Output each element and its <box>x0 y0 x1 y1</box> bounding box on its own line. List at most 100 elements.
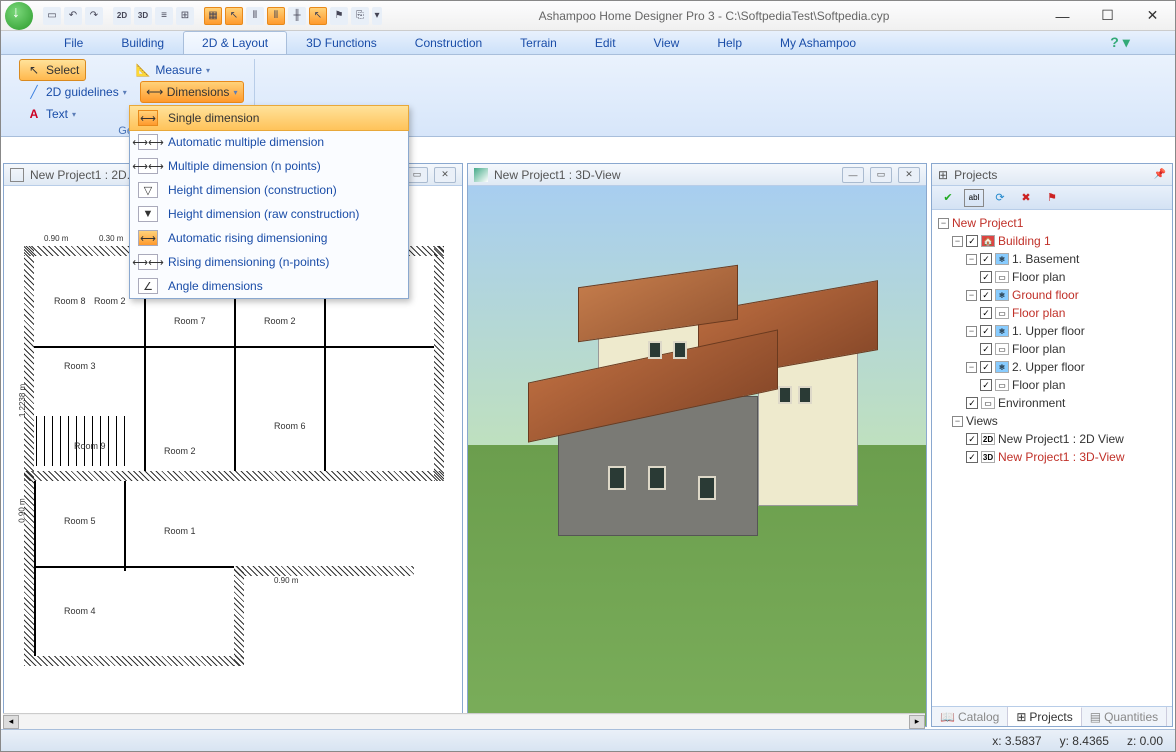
menu-auto-rising[interactable]: ⟷Automatic rising dimensioning <box>130 226 408 250</box>
btab-projects[interactable]: ⊞Projects <box>1008 707 1081 726</box>
tree-view-2d[interactable]: ✓2DNew Project1 : 2D View <box>938 430 1166 448</box>
tab-view[interactable]: View <box>635 31 699 54</box>
menu-angle[interactable]: ∠Angle dimensions <box>130 274 408 298</box>
pane-max-button[interactable]: ▭ <box>406 167 428 183</box>
pane-close-button[interactable]: ✕ <box>898 167 920 183</box>
help-icon[interactable]: ? ▾ <box>1109 31 1131 54</box>
menu-auto-multiple[interactable]: ⟷⟷Automatic multiple dimension <box>130 130 408 154</box>
room-label: Room 2 <box>164 446 196 456</box>
room-label: Room 4 <box>64 606 96 616</box>
horizontal-scrollbar[interactable]: ◂ ▸ <box>3 713 925 729</box>
tab-edit[interactable]: Edit <box>576 31 635 54</box>
qat-new-icon[interactable]: ▭ <box>43 7 61 25</box>
qat-sep2 <box>197 7 201 25</box>
qat-flag-icon[interactable]: ⚑ <box>330 7 348 25</box>
tree-floor[interactable]: −✓❄1. Basement <box>938 250 1166 268</box>
tab-terrain[interactable]: Terrain <box>501 31 576 54</box>
pane-3d-title: New Project1 : 3D-View <box>494 168 621 182</box>
tree-floorplan[interactable]: ✓▭Floor plan <box>938 304 1166 322</box>
pane-max-button[interactable]: ▭ <box>870 167 892 183</box>
guidelines-button[interactable]: ╱ 2D guidelines ▾ <box>19 81 134 103</box>
close-button[interactable]: ✕ <box>1130 2 1175 30</box>
rename-icon[interactable]: abl <box>964 189 984 207</box>
measure-button[interactable]: 📐 Measure ▾ <box>128 59 217 81</box>
tree-floorplan[interactable]: ✓▭Floor plan <box>938 268 1166 286</box>
room-label: Room 2 <box>264 316 296 326</box>
titlebar: ▭ ↶ ↷ 2D 3D ≡ ⊞ ▦ ↖ ⦀ ⦀ ╫ ↖ ⚑ ⎘ ▾ Ashamp… <box>1 1 1175 31</box>
room-label: Room 2 <box>94 296 126 306</box>
scroll-right-icon[interactable]: ▸ <box>909 715 925 729</box>
btab-quantities[interactable]: ▤Quantities <box>1082 707 1167 726</box>
tab-3d-functions[interactable]: 3D Functions <box>287 31 396 54</box>
dimension-icon: ⟷ <box>147 84 163 100</box>
qat-3d-icon[interactable]: 3D <box>134 7 152 25</box>
rising-icon: ⟷ <box>138 230 158 246</box>
tree-floorplan[interactable]: ✓▭Floor plan <box>938 340 1166 358</box>
canvas-3d[interactable] <box>468 186 926 726</box>
tree-floor[interactable]: −✓❄2. Upper floor <box>938 358 1166 376</box>
menu-multiple-npoints[interactable]: ⟷⟷Multiple dimension (n points) <box>130 154 408 178</box>
qat-snap-icon[interactable]: ⦀ <box>246 7 264 25</box>
menu-height-construction[interactable]: ▽Height dimension (construction) <box>130 178 408 202</box>
chevron-down-icon: ▾ <box>206 66 210 75</box>
qat-sep <box>106 7 110 25</box>
menu-height-raw[interactable]: ▼Height dimension (raw construction) <box>130 202 408 226</box>
qat-grid-icon[interactable]: ▦ <box>204 7 222 25</box>
tree-floor[interactable]: −✓❄1. Upper floor <box>938 322 1166 340</box>
status-z: z: 0.00 <box>1127 734 1163 748</box>
delete-icon[interactable]: ✖ <box>1016 189 1036 207</box>
scroll-left-icon[interactable]: ◂ <box>3 715 19 729</box>
pane-close-button[interactable]: ✕ <box>434 167 456 183</box>
pane-min-button[interactable]: — <box>842 167 864 183</box>
tree-views[interactable]: −Views <box>938 412 1166 430</box>
tab-help[interactable]: Help <box>698 31 761 54</box>
qat-dropdown-icon[interactable]: ▾ <box>372 7 382 25</box>
guidelines-label: 2D guidelines <box>46 85 119 99</box>
qat-tile-icon[interactable]: ⊞ <box>176 7 194 25</box>
tree-floor[interactable]: −✓❄Ground floor <box>938 286 1166 304</box>
btab-catalog[interactable]: 📖Catalog <box>932 707 1008 726</box>
qat-copy-icon[interactable]: ⎘ <box>351 7 369 25</box>
qat-pointer-icon[interactable]: ↖ <box>309 7 327 25</box>
menu-single-dimension[interactable]: ⟷Single dimension <box>129 105 409 131</box>
refresh-icon[interactable]: ⟳ <box>990 189 1010 207</box>
measure-icon: 📐 <box>135 62 151 78</box>
menu-rising-npoints[interactable]: ⟷⟷Rising dimensioning (n-points) <box>130 250 408 274</box>
maximize-button[interactable]: ☐ <box>1085 2 1130 30</box>
qat-redo-icon[interactable]: ↷ <box>85 7 103 25</box>
room-label: Room 9 <box>74 441 106 451</box>
app-logo-icon <box>5 2 33 30</box>
pin-icon[interactable]: 📌 <box>1154 169 1166 180</box>
tree-view-3d[interactable]: ✓3DNew Project1 : 3D-View <box>938 448 1166 466</box>
text-icon: A <box>26 106 42 122</box>
qat-ruler-icon[interactable]: ╫ <box>288 7 306 25</box>
text-button[interactable]: A Text ▾ <box>19 103 83 125</box>
pane-2d-icon <box>10 168 24 182</box>
menubar: File Building 2D & Layout 3D Functions C… <box>1 31 1175 55</box>
tree-building[interactable]: −✓🏠Building 1 <box>938 232 1166 250</box>
qat-align-icon[interactable]: ⦀ <box>267 7 285 25</box>
window-title: Ashampoo Home Designer Pro 3 - C:\Softpe… <box>388 9 1040 23</box>
qat-undo-icon[interactable]: ↶ <box>64 7 82 25</box>
tree-root[interactable]: −New Project1 <box>938 214 1166 232</box>
room-label: Room 5 <box>64 516 96 526</box>
tree-environment[interactable]: ✓▭Environment <box>938 394 1166 412</box>
tab-my-ashampoo[interactable]: My Ashampoo <box>761 31 875 54</box>
qat-cursor-icon[interactable]: ↖ <box>225 7 243 25</box>
check-icon[interactable]: ✔ <box>938 189 958 207</box>
tab-file[interactable]: File <box>45 31 102 54</box>
tab-2d-layout[interactable]: 2D & Layout <box>183 31 287 54</box>
projects-icon: ⊞ <box>1016 710 1026 724</box>
height-con-icon: ▽ <box>138 182 158 198</box>
dimensions-dropdown: ⟷Single dimension ⟷⟷Automatic multiple d… <box>129 105 409 299</box>
qat-cut-icon[interactable]: ≡ <box>155 7 173 25</box>
tab-construction[interactable]: Construction <box>396 31 501 54</box>
minimize-button[interactable]: — <box>1040 2 1085 30</box>
select-button[interactable]: ↖ Select <box>19 59 86 81</box>
tab-building[interactable]: Building <box>102 31 183 54</box>
room-label: Room 1 <box>164 526 196 536</box>
flag-icon[interactable]: ⚑ <box>1042 189 1062 207</box>
tree-floorplan[interactable]: ✓▭Floor plan <box>938 376 1166 394</box>
dimensions-button[interactable]: ⟷ Dimensions ▾ <box>140 81 245 103</box>
qat-2d-icon[interactable]: 2D <box>113 7 131 25</box>
